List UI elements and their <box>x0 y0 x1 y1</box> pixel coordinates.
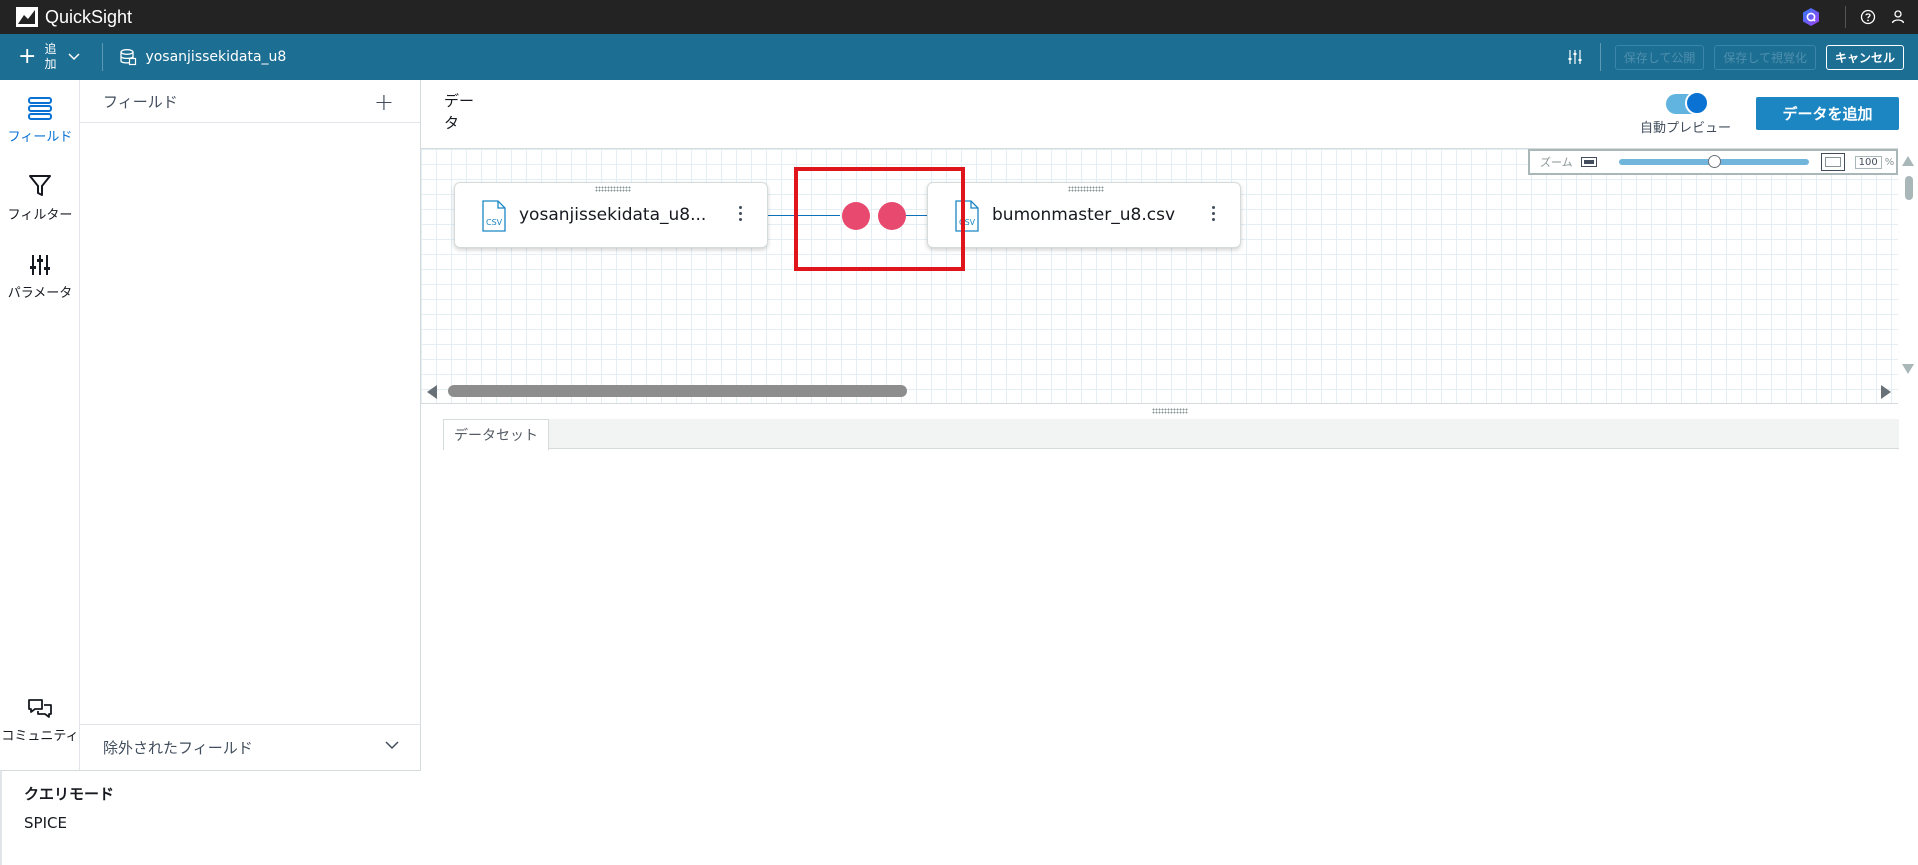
chevron-down-icon <box>385 741 399 750</box>
panel-splitter <box>421 403 1898 404</box>
dataset-node[interactable]: CSV yosanjissekidata_u8... <box>454 182 768 248</box>
fields-list-icon <box>28 97 52 120</box>
left-icon-rail: フィールド フィルター パラメータ コミュニティ <box>0 80 80 770</box>
community-chat-icon <box>28 699 52 718</box>
scroll-down-arrow[interactable] <box>1902 364 1914 374</box>
scroll-up-arrow[interactable] <box>1902 156 1914 166</box>
dataset-tab-bar: データセット <box>443 419 1899 450</box>
query-mode-value: SPICE <box>24 814 67 832</box>
rail-fields[interactable]: フィールド <box>0 96 80 145</box>
zoom-slider-thumb[interactable] <box>1707 155 1721 168</box>
node-menu-icon[interactable] <box>1210 206 1216 226</box>
help-icon[interactable] <box>1858 7 1878 27</box>
quicksight-logo-icon <box>16 7 38 27</box>
zoom-unit: % <box>1884 156 1895 168</box>
toggle-knob <box>1685 91 1709 115</box>
dataset-node-name: yosanjissekidata_u8... <box>519 205 707 225</box>
auto-preview-label: 自動プレビュー <box>1640 121 1732 136</box>
save-and-publish-button[interactable]: 保存して公開 <box>1614 44 1705 70</box>
add-data-button[interactable]: データを追加 <box>1756 97 1899 130</box>
vertical-scrollbar-thumb[interactable] <box>1905 176 1913 200</box>
excluded-fields-label: 除外されたフィールド <box>103 739 253 757</box>
zoom-value-input[interactable]: 100 <box>1854 155 1882 169</box>
csv-file-icon: CSV <box>482 200 506 232</box>
field-panel-header: フィールド + <box>80 80 420 123</box>
divider <box>1845 6 1846 28</box>
rail-community[interactable]: コミュニティ <box>0 698 80 746</box>
dataset-node-name: bumonmaster_u8.csv <box>992 205 1176 225</box>
editor-toolbar: + 追加 yosanjissekidata_u8 保存して公開 保存して視覚化 … <box>0 34 1918 80</box>
add-button[interactable]: + 追加 <box>18 42 80 72</box>
svg-text:CSV: CSV <box>486 218 503 227</box>
scroll-left-arrow[interactable] <box>427 385 437 399</box>
tab-dataset[interactable]: データセット <box>443 419 549 450</box>
query-mode-title: クエリモード <box>24 785 115 803</box>
drag-handle[interactable] <box>595 186 631 192</box>
quicksight-logo[interactable]: QuickSight <box>16 7 132 28</box>
filter-icon <box>29 175 51 196</box>
rail-community-label: コミュニティ <box>1 729 79 744</box>
amazon-q-icon[interactable] <box>1801 7 1821 27</box>
app-name: QuickSight <box>45 6 133 27</box>
user-icon[interactable] <box>1888 7 1908 27</box>
plus-icon: + <box>18 44 37 69</box>
drag-handle[interactable] <box>1068 186 1104 192</box>
rail-parameters-label: パラメータ <box>7 286 73 301</box>
zoom-fit-icon[interactable] <box>1820 153 1845 171</box>
dataset-name[interactable]: yosanjissekidata_u8 <box>119 48 286 66</box>
top-bar: QuickSight <box>0 0 1918 34</box>
settings-sliders-icon[interactable] <box>1564 46 1586 68</box>
resize-handle[interactable] <box>1152 408 1188 414</box>
query-mode-panel: クエリモード SPICE <box>0 770 421 865</box>
horizontal-scrollbar-thumb[interactable] <box>448 385 907 397</box>
data-section-label: データ <box>444 92 475 132</box>
zoom-slider[interactable] <box>1618 155 1809 168</box>
database-icon <box>120 49 137 66</box>
save-and-visualize-button[interactable]: 保存して視覚化 <box>1714 44 1816 70</box>
dataset-node[interactable]: CSV bumonmaster_u8.csv <box>927 182 1241 248</box>
rail-filters-label: フィルター <box>7 208 73 223</box>
zoom-control: ズーム 100 % <box>1528 149 1898 175</box>
add-field-button[interactable]: + <box>374 88 394 116</box>
add-label: 追加 <box>44 42 57 71</box>
rail-filters[interactable]: フィルター <box>0 174 80 223</box>
divider <box>1599 43 1601 71</box>
rail-parameters[interactable]: パラメータ <box>0 254 80 301</box>
divider <box>102 43 104 71</box>
dataset-name-text: yosanjissekidata_u8 <box>145 49 287 65</box>
zoom-label: ズーム <box>1540 156 1573 169</box>
cancel-button[interactable]: キャンセル <box>1825 44 1904 70</box>
zoom-out-icon[interactable] <box>1580 157 1597 167</box>
chevron-down-icon <box>68 53 80 61</box>
parameters-sliders-icon <box>30 255 50 275</box>
node-menu-icon[interactable] <box>737 206 743 226</box>
scroll-right-arrow[interactable] <box>1881 385 1891 399</box>
excluded-fields-section[interactable]: 除外されたフィールド <box>80 724 421 770</box>
rail-fields-label: フィールド <box>7 130 73 145</box>
auto-preview-toggle[interactable] <box>1666 91 1709 115</box>
field-panel: フィールド + 除外されたフィールド <box>80 80 421 770</box>
join-highlight-box <box>794 167 965 271</box>
field-panel-title: フィールド <box>103 92 178 111</box>
